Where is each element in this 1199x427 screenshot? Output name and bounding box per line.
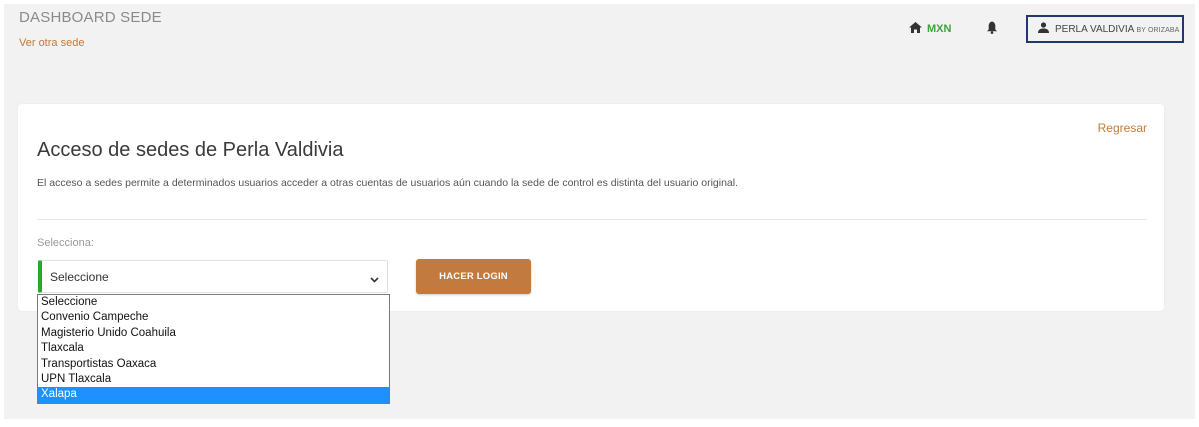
site-select[interactable]: Seleccione [38, 260, 388, 293]
user-site-suffix: BY ORIZABA [1136, 26, 1180, 34]
user-menu[interactable]: PERLA VALDIVIA BY ORIZABA [1026, 15, 1184, 43]
site-access-card: Regresar Acceso de sedes de Perla Valdiv… [18, 104, 1164, 311]
notifications-button[interactable] [987, 21, 997, 39]
home-currency-link[interactable]: MXN [909, 22, 951, 36]
dropdown-option[interactable]: Tlaxcala [38, 341, 389, 356]
currency-label: MXN [927, 23, 952, 35]
card-title: Acceso de sedes de Perla Valdivia [37, 139, 344, 161]
bell-icon [987, 21, 997, 38]
dropdown-option[interactable]: Seleccione [38, 295, 389, 310]
dropdown-option[interactable]: Magisterio Unido Coahuila [38, 326, 389, 341]
select-label: Selecciona: [37, 237, 94, 249]
dropdown-option-highlighted[interactable]: Xalapa [38, 387, 389, 403]
select-value: Seleccione [50, 269, 109, 284]
site-select-dropdown: Seleccione Convenio Campeche Magisterio … [37, 294, 390, 404]
dropdown-option[interactable]: Convenio Campeche [38, 310, 389, 325]
divider [37, 219, 1147, 220]
dropdown-option[interactable]: UPN Tlaxcala [38, 372, 389, 387]
user-name: PERLA VALDIVIA BY ORIZABA [1055, 24, 1179, 35]
card-description: El acceso a sedes permite a determinados… [37, 177, 738, 189]
dropdown-option[interactable]: Transportistas Oaxaca [38, 357, 389, 372]
back-link[interactable]: Regresar [1098, 121, 1147, 135]
home-icon [909, 22, 922, 36]
user-icon [1038, 20, 1049, 38]
other-site-link[interactable]: Ver otra sede [19, 37, 84, 49]
page-title: DASHBOARD SEDE [19, 9, 162, 26]
user-name-text: PERLA VALDIVIA [1055, 23, 1134, 35]
chevron-down-icon [370, 271, 379, 289]
login-button[interactable]: HACER LOGIN [416, 259, 531, 294]
